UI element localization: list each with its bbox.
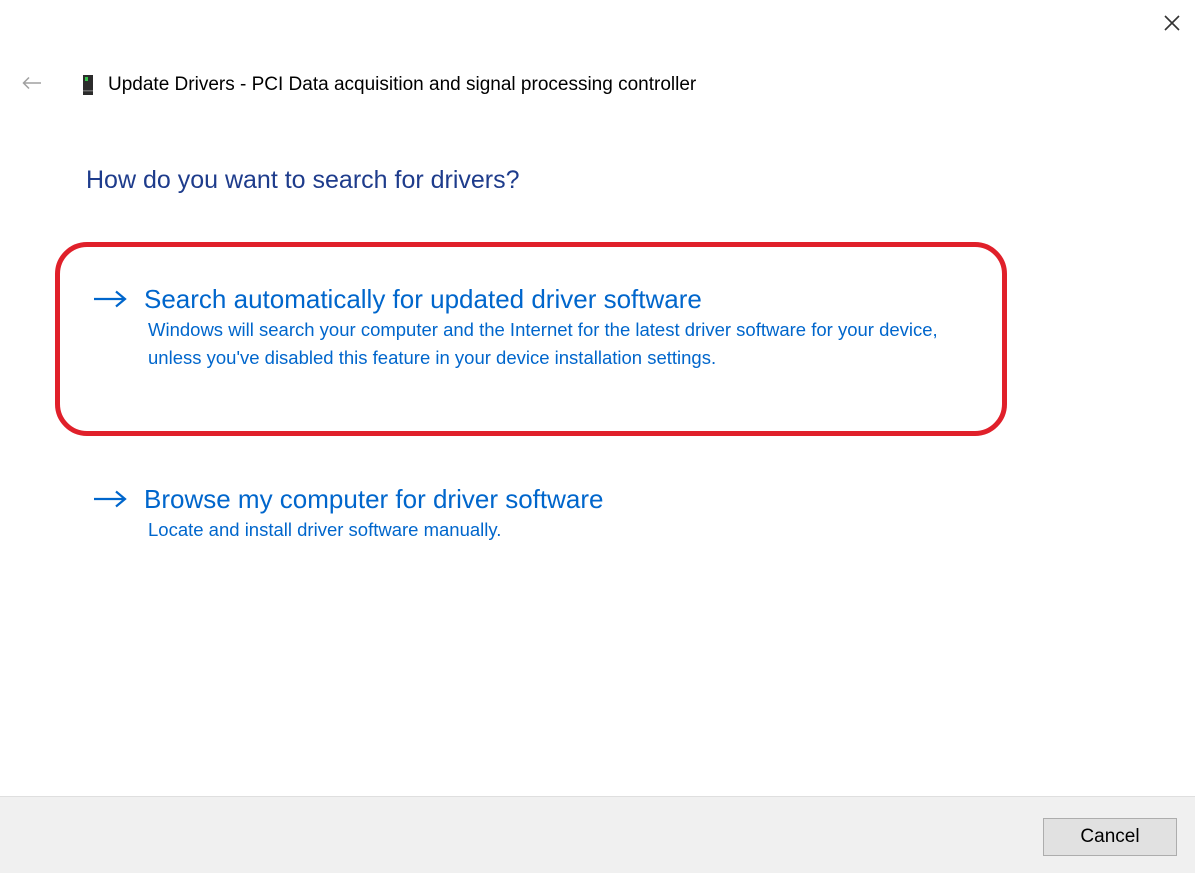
- footer-bar: Cancel: [0, 796, 1195, 873]
- back-arrow-icon: [22, 76, 42, 95]
- cancel-button[interactable]: Cancel: [1043, 818, 1177, 856]
- window-title-prefix: Update Drivers -: [108, 74, 252, 95]
- right-arrow-icon: [92, 287, 130, 311]
- option-title: Browse my computer for driver software: [144, 484, 604, 514]
- close-button[interactable]: [1159, 12, 1185, 38]
- back-button[interactable]: [18, 71, 46, 99]
- browse-computer-option[interactable]: Browse my computer for driver software L…: [92, 482, 992, 544]
- window-title: Update Drivers - PCI Data acquisition an…: [108, 74, 696, 96]
- option-description: Windows will search your computer and th…: [148, 319, 938, 368]
- page-heading: How do you want to search for drivers?: [86, 166, 520, 194]
- option-title: Search automatically for updated driver …: [144, 284, 702, 314]
- search-automatically-option[interactable]: Search automatically for updated driver …: [92, 282, 992, 372]
- pci-device-icon: [82, 74, 96, 96]
- right-arrow-icon: [92, 487, 130, 511]
- window-title-device: PCI Data acquisition and signal processi…: [251, 74, 697, 95]
- option-description: Locate and install driver software manua…: [148, 519, 502, 540]
- close-icon: [1163, 14, 1181, 37]
- title-bar: Update Drivers - PCI Data acquisition an…: [18, 68, 696, 102]
